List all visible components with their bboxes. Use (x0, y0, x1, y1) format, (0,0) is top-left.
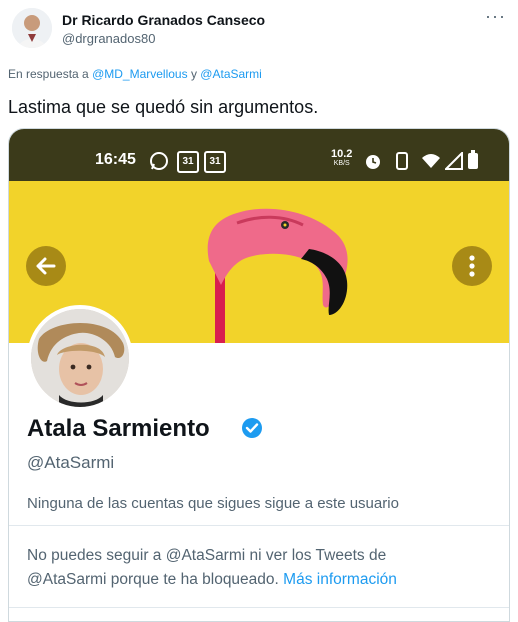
speed-unit: KB/S (333, 160, 350, 167)
profile-avatar[interactable] (27, 305, 133, 411)
whatsapp-icon (150, 152, 168, 170)
reply-prefix: En respuesta a (8, 67, 89, 81)
verified-badge-icon (242, 418, 262, 438)
arrow-left-icon (36, 257, 56, 275)
more-info-link[interactable]: Más información (283, 571, 397, 588)
divider (9, 525, 509, 526)
signal-icon (445, 152, 463, 170)
author-avatar[interactable] (12, 8, 52, 48)
profile-handle: @AtaSarmi (27, 453, 115, 472)
follow-note: Ninguna de las cuentas que sigues sigue … (27, 495, 399, 512)
calendar-badge-2: 31 (209, 156, 221, 167)
tweet-text: Lastima que se quedó sin argumentos. (8, 97, 319, 117)
author-name[interactable]: Dr Ricardo Granados Canseco (62, 12, 265, 28)
author-handle[interactable]: @drgranados80 (62, 31, 155, 46)
vibrate-icon (396, 152, 408, 170)
overflow-menu-button[interactable] (452, 246, 492, 286)
wifi-icon (422, 154, 440, 168)
calendar-badge-1: 31 (182, 156, 194, 167)
blocked-message-line-1: No puedes seguir a @AtaSarmi ni ver los … (27, 547, 387, 564)
vertical-dots-icon (469, 255, 475, 277)
profile-name: Atala Sarmiento (27, 415, 210, 442)
reply-connector: y (190, 67, 197, 81)
blocked-message-line-2: @AtaSarmi porque te ha bloqueado. Más in… (27, 571, 397, 589)
reply-mention-1[interactable]: @MD_Marvellous (92, 67, 188, 81)
reply-context: En respuesta a @MD_Marvellous y @AtaSarm… (8, 67, 262, 81)
phone-status-bar: 16:45 31 31 10.2 KB/S (9, 129, 509, 181)
calendar-icon-2: 31 (204, 151, 226, 173)
reply-mention-2[interactable]: @AtaSarmi (200, 67, 262, 81)
status-time: 16:45 (95, 151, 136, 168)
divider (9, 607, 509, 608)
speed-value: 10.2 (331, 148, 353, 160)
battery-icon (468, 150, 478, 169)
tweet-header: Dr Ricardo Granados Canseco @drgranados8… (0, 0, 518, 60)
more-icon[interactable]: ··· (485, 6, 506, 27)
blocked-message-text: @AtaSarmi porque te ha bloqueado. (27, 571, 279, 588)
alarm-icon (366, 155, 380, 169)
back-button[interactable] (26, 246, 66, 286)
calendar-icon-1: 31 (177, 151, 199, 173)
attached-screenshot[interactable]: 16:45 31 31 10.2 KB/S Atala Sarmiento @A… (8, 128, 510, 622)
network-speed: 10.2 KB/S (331, 148, 352, 168)
